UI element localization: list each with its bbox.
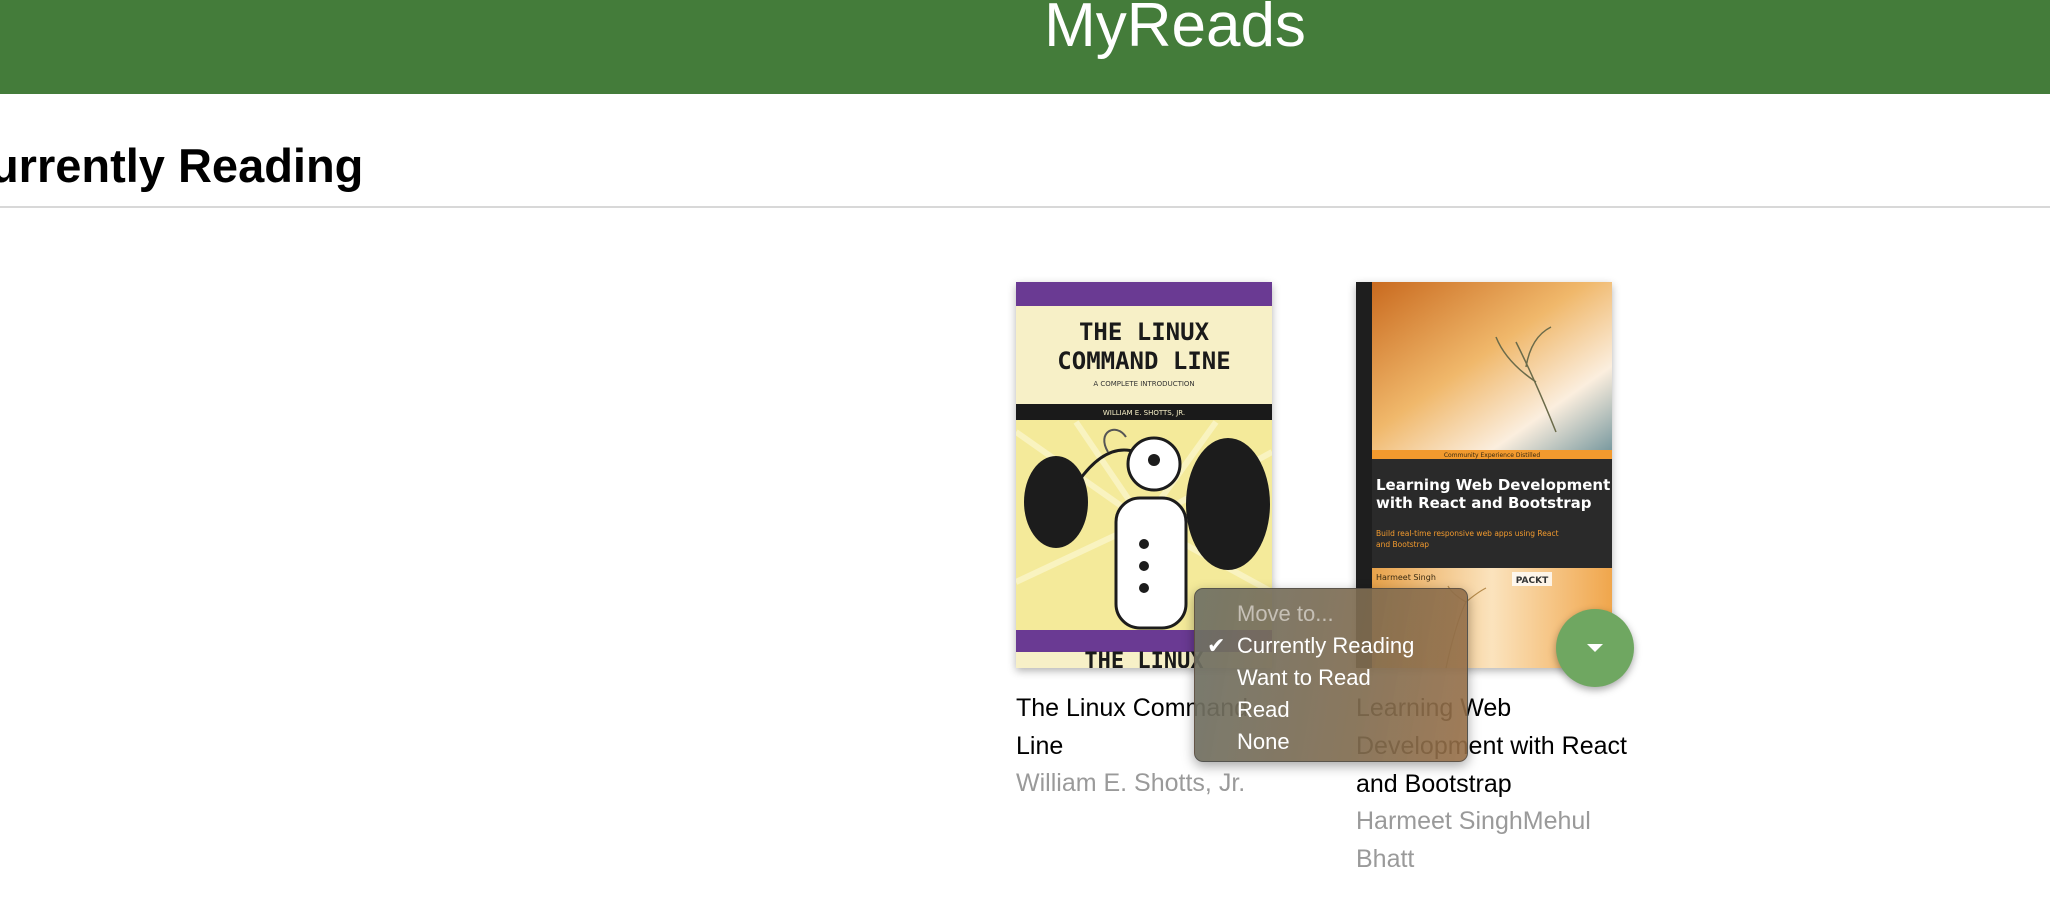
menu-option-read[interactable]: Read — [1195, 694, 1467, 726]
cover-publisher: PACKT — [1516, 576, 1549, 586]
book-authors: William E. Shotts, Jr. — [1016, 769, 1246, 797]
cover-author: WILLIAM E. SHOTTS, JR. — [1103, 409, 1185, 417]
svg-text:with React and Bootstrap: with React and Bootstrap — [1376, 494, 1592, 512]
svg-text:Build real-time responsive web: Build real-time responsive web apps usin… — [1376, 529, 1559, 538]
menu-option-label: Currently Reading — [1237, 633, 1415, 658]
svg-text:and Bootstrap: and Bootstrap — [1376, 540, 1429, 549]
app-header: MyReads — [0, 0, 2050, 94]
shelf-changer-button[interactable] — [1556, 609, 1634, 687]
cover-banner: Community Experience Distilled — [1444, 452, 1540, 459]
cover-footer: THE LINUX — [1084, 649, 1203, 668]
cover-title-line1: THE LINUX — [1079, 318, 1210, 346]
cover-subtitle: A COMPLETE INTRODUCTION — [1093, 380, 1194, 388]
checkmark-icon: ✔ — [1207, 633, 1226, 658]
cover-title-line2: COMMAND LINE — [1057, 347, 1230, 375]
menu-option-currently-reading[interactable]: ✔ Currently Reading — [1195, 630, 1467, 662]
menu-option-none[interactable]: None — [1195, 726, 1467, 758]
caret-down-icon — [1587, 644, 1603, 652]
book-authors: Harmeet SinghMehul Bhatt — [1356, 807, 1591, 873]
move-to-dropdown[interactable]: Move to... ✔ Currently Reading Want to R… — [1194, 588, 1468, 762]
shelf-divider — [0, 206, 2050, 208]
menu-option-want-to-read[interactable]: Want to Read — [1195, 662, 1467, 694]
cover-author: Harmeet Singh — [1376, 573, 1436, 582]
app-title: MyReads — [1044, 0, 1306, 60]
move-to-header: Move to... — [1237, 601, 1334, 626]
svg-text:Learning Web Development: Learning Web Development — [1376, 476, 1610, 494]
shelf-title: Currently Reading — [0, 139, 364, 192]
